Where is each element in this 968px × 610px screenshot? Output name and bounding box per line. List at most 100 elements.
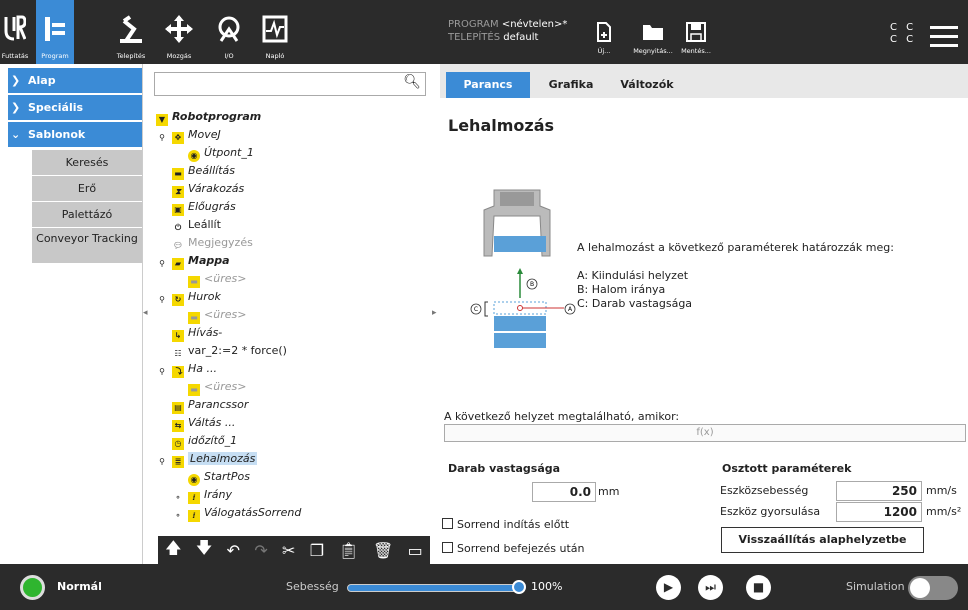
tree-item[interactable]: ▣ Előugrás <box>172 198 236 216</box>
tree-item[interactable]: ⇆ Váltás ... <box>172 414 235 432</box>
tree-item[interactable]: 💬︎ Megjegyzés <box>172 234 253 252</box>
tree-item[interactable]: ☷ var_2:=2 * force() <box>172 342 287 360</box>
simulation-toggle[interactable] <box>908 576 958 600</box>
diagram-label-c: C <box>474 306 478 313</box>
tree-item[interactable]: ▬ <üres> <box>188 378 246 396</box>
reset-defaults-button[interactable]: Visszaállítás alaphelyzetbe <box>721 527 924 553</box>
ur-logo-icon <box>0 12 30 46</box>
save-file-button[interactable]: Mentés... <box>676 22 716 55</box>
hamburger-menu-icon[interactable] <box>930 26 958 53</box>
tree-label: <üres> <box>204 272 247 285</box>
tree-item[interactable]: ◷ időzítő_1 <box>172 432 237 450</box>
play-button[interactable]: ▶ <box>656 575 681 600</box>
tree-label: Mappa <box>188 254 230 267</box>
sequence-after-checkbox[interactable]: Sorrend befejezés után <box>442 542 585 555</box>
io-tab-label: I/O <box>224 52 234 60</box>
installation-tab[interactable]: Telepítés <box>108 0 154 64</box>
cc-indicator: C C C C <box>890 22 916 46</box>
left-nav: ❯ Alap ❯ Speciális ⌄ Sablonok Keresés Erő P… <box>0 64 143 564</box>
checkbox-icon <box>442 518 453 529</box>
nav-category-templates[interactable]: ⌄ Sablonok <box>8 122 142 147</box>
template-palletizing[interactable]: Palettázó <box>32 202 142 228</box>
tree-label: Parancssor <box>188 398 249 411</box>
top-bar: Futtatás Program Telepítés Mozgás I/O Na… <box>0 0 968 64</box>
tree-item[interactable]: ▬ Beállítás <box>172 162 235 180</box>
checkbox-label: Sorrend befejezés után <box>457 542 585 555</box>
description-intro: A lehalmozást a következő paraméterek ha… <box>577 241 894 254</box>
suppress-icon[interactable]: ▭ <box>408 541 423 560</box>
move-down-icon[interactable]: 🡇 <box>196 537 212 564</box>
tree-item[interactable]: ⚲ ✥ MoveJ <box>156 126 221 144</box>
status-indicator-icon[interactable] <box>20 575 45 600</box>
copy-icon[interactable]: ❐ <box>310 541 324 560</box>
tool-speed-input[interactable]: 250 <box>836 481 922 501</box>
stacking-diagram: B C A <box>470 189 576 348</box>
cut-icon[interactable]: ✂ <box>282 541 295 560</box>
install-key: TELEPÍTÉS <box>448 32 501 43</box>
empty-icon: ▬ <box>188 384 200 396</box>
thickness-input[interactable]: 0.0 <box>532 482 596 502</box>
speed-slider[interactable] <box>347 584 517 592</box>
program-tree-icon <box>36 12 74 46</box>
io-tab[interactable]: I/O <box>206 0 252 64</box>
program-tab[interactable]: Program <box>36 0 74 64</box>
speed-slider-handle[interactable] <box>512 580 526 594</box>
nav-category-advanced[interactable]: ❯ Speciális <box>8 95 142 120</box>
stack-item-top <box>494 236 546 252</box>
redo-icon[interactable]: ↷ <box>254 541 267 560</box>
tree-item[interactable]: ⚲ ▰ Mappa <box>156 252 230 270</box>
tab-command[interactable]: Parancs <box>446 72 530 98</box>
install-name: default <box>503 32 539 43</box>
template-search[interactable]: Keresés <box>32 150 142 176</box>
new-file-icon <box>597 22 611 42</box>
move-up-icon[interactable]: 🡅 <box>165 537 181 564</box>
tree-item[interactable]: ⏻ Leállít <box>172 216 221 234</box>
tree-item[interactable]: ⚬ ⁞ Irány <box>172 486 232 504</box>
tree-label: Hurok <box>188 290 221 303</box>
open-file-button[interactable]: Megnyitás... <box>630 22 676 55</box>
tree-label: Megjegyzés <box>188 236 253 249</box>
collapse-left-icon[interactable]: ◂ <box>143 308 148 318</box>
tree-item[interactable]: ⧗ Várakozás <box>172 180 244 198</box>
tree-item[interactable]: ◉ StartPos <box>188 468 250 486</box>
move-tab-label: Mozgás <box>166 52 192 60</box>
delete-icon[interactable]: 🗑︎ <box>373 541 393 560</box>
robot-arm-icon <box>108 12 154 46</box>
tree-item[interactable]: ▬ <üres> <box>188 270 246 288</box>
search-input[interactable]: 🔍︎ <box>154 72 426 96</box>
tree-item[interactable]: ⚲ ↻ Hurok <box>156 288 221 306</box>
run-tab[interactable]: Futtatás <box>0 0 30 64</box>
tool-speed-label: Eszközsebesség <box>720 484 809 497</box>
tree-label: <üres> <box>204 308 247 321</box>
tree-item[interactable]: ⚲ ⤵ Ha ... <box>156 360 217 378</box>
undo-icon[interactable]: ↶ <box>227 541 240 560</box>
cc-line-2: C C <box>890 34 917 45</box>
program-key: PROGRAM <box>448 19 499 30</box>
paste-icon[interactable]: 📋︎ <box>338 541 358 560</box>
step-button[interactable]: ⏭ <box>698 575 723 600</box>
tree-item[interactable]: ↳ Hívás- <box>172 324 222 342</box>
expression-field[interactable]: f(x) <box>444 424 966 442</box>
template-force[interactable]: Erő <box>32 176 142 202</box>
stop-button[interactable]: ■ <box>746 575 771 600</box>
log-tab[interactable]: Napló <box>252 0 298 64</box>
move-tab[interactable]: Mozgás <box>156 0 202 64</box>
chevron-right-icon: ❯ <box>11 74 21 87</box>
new-file-button[interactable]: Új... <box>584 22 624 55</box>
sequence-before-checkbox[interactable]: Sorrend indítás előtt <box>442 518 569 531</box>
wait-icon: ⧗ <box>172 186 184 198</box>
tab-graphics[interactable]: Grafika <box>536 72 606 98</box>
template-conveyor-tracking[interactable]: Conveyor Tracking <box>32 228 142 264</box>
move-arrows-icon <box>156 12 202 46</box>
tree-item[interactable]: ▬ <üres> <box>188 306 246 324</box>
folder-icon <box>643 25 663 40</box>
tree-item[interactable]: ▤ Parancssor <box>172 396 248 414</box>
collapse-right-icon[interactable]: ▸ <box>432 308 437 318</box>
tree-item-selected[interactable]: ⚲ ≣ Lehalmozás <box>156 450 258 468</box>
tab-variables[interactable]: Változók <box>610 72 684 98</box>
nav-category-basic[interactable]: ❯ Alap <box>8 68 142 93</box>
tree-item[interactable]: ⚬ ⁞ VálogatásSorrend <box>172 504 301 522</box>
tool-acc-input[interactable]: 1200 <box>836 502 922 522</box>
tree-item[interactable]: ◉ Útpont_1 <box>188 144 254 162</box>
tree-item[interactable]: ▼ Robotprogram <box>156 108 261 126</box>
